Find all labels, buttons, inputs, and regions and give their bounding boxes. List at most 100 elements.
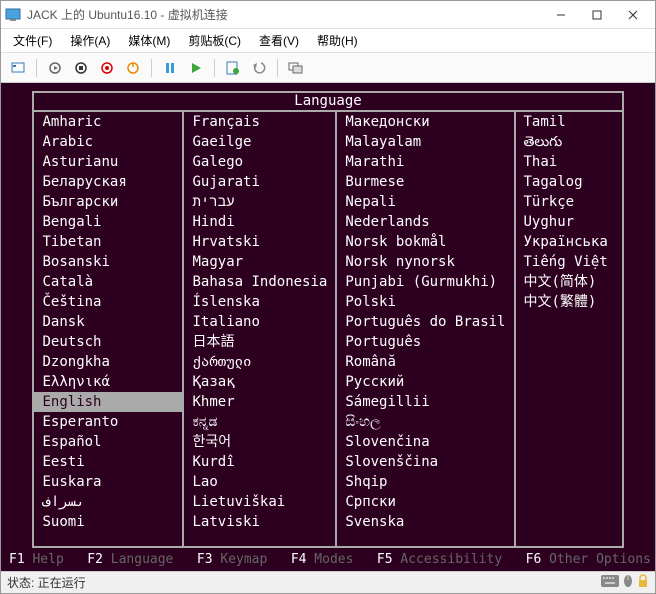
language-option[interactable]: 日本語 (184, 332, 335, 352)
vm-screen[interactable]: Language AmharicArabicAsturianuБеларуска… (1, 83, 655, 571)
language-option[interactable]: Latviski (184, 512, 335, 532)
maximize-button[interactable] (579, 3, 615, 27)
language-option[interactable]: Íslenska (184, 292, 335, 312)
language-option[interactable]: Gaeilge (184, 132, 335, 152)
language-option[interactable]: Română (337, 352, 513, 372)
language-option[interactable]: Português (337, 332, 513, 352)
language-option[interactable]: Македонски (337, 112, 513, 132)
language-option[interactable]: Tamil (516, 112, 622, 132)
language-option[interactable]: Kurdî (184, 452, 335, 472)
language-option[interactable]: Dansk (34, 312, 182, 332)
menu-action[interactable]: 操作(A) (62, 30, 118, 51)
reset-button[interactable] (122, 57, 144, 79)
language-option[interactable]: Русский (337, 372, 513, 392)
language-option[interactable]: English (34, 392, 182, 412)
shutdown-button[interactable] (96, 57, 118, 79)
language-option[interactable]: Bahasa Indonesia (184, 272, 335, 292)
language-option[interactable]: Burmese (337, 172, 513, 192)
menu-clipboard[interactable]: 剪贴板(C) (180, 30, 249, 51)
language-option[interactable]: Tiếng Việt (516, 252, 622, 272)
language-option[interactable]: සිංහල (337, 412, 513, 432)
toolbar (1, 53, 655, 83)
language-option[interactable]: Deutsch (34, 332, 182, 352)
language-option[interactable]: 中文(简体) (516, 272, 622, 292)
language-option[interactable]: ىسراف (34, 492, 182, 512)
language-option[interactable]: Galego (184, 152, 335, 172)
keyboard-icon (601, 575, 619, 590)
lock-icon (637, 574, 649, 591)
language-option[interactable]: ქართული (184, 352, 335, 372)
language-column-1: AmharicArabicAsturianuБеларускаяБългарск… (33, 111, 183, 547)
window-title: JACK 上的 Ubuntu16.10 - 虚拟机连接 (27, 6, 543, 23)
language-option[interactable]: Marathi (337, 152, 513, 172)
language-option[interactable]: Nederlands (337, 212, 513, 232)
language-option[interactable]: Català (34, 272, 182, 292)
language-option[interactable]: Hindi (184, 212, 335, 232)
start-button[interactable] (44, 57, 66, 79)
language-option[interactable]: Slovenčina (337, 432, 513, 452)
language-option[interactable]: Українська (516, 232, 622, 252)
language-option[interactable]: Dzongkha (34, 352, 182, 372)
language-option[interactable]: Српски (337, 492, 513, 512)
language-option[interactable]: Sámegillii (337, 392, 513, 412)
language-option[interactable]: Punjabi (Gurmukhi) (337, 272, 513, 292)
language-option[interactable]: తెలుగు (516, 132, 622, 152)
checkpoint-button[interactable] (222, 57, 244, 79)
language-option[interactable]: Khmer (184, 392, 335, 412)
language-option[interactable]: Euskara (34, 472, 182, 492)
language-option[interactable]: Slovenščina (337, 452, 513, 472)
language-option[interactable]: ಕನ್ನಡ (184, 412, 335, 432)
language-option[interactable]: Bengali (34, 212, 182, 232)
language-option[interactable]: Nepali (337, 192, 513, 212)
menu-help[interactable]: 帮助(H) (309, 30, 366, 51)
play-button[interactable] (185, 57, 207, 79)
language-option[interactable]: Italiano (184, 312, 335, 332)
language-option[interactable]: Asturianu (34, 152, 182, 172)
revert-button[interactable] (248, 57, 270, 79)
language-option[interactable]: Қазақ (184, 372, 335, 392)
language-option[interactable]: 한국어 (184, 432, 335, 452)
stop-button[interactable] (70, 57, 92, 79)
language-option[interactable]: Norsk bokmål (337, 232, 513, 252)
language-option[interactable]: Ελληνικά (34, 372, 182, 392)
language-option[interactable]: Lietuviškai (184, 492, 335, 512)
language-option[interactable]: Magyar (184, 252, 335, 272)
vm-window: JACK 上的 Ubuntu16.10 - 虚拟机连接 文件(F) 操作(A) … (0, 0, 656, 594)
enhanced-session-button[interactable] (285, 57, 307, 79)
language-option[interactable]: Amharic (34, 112, 182, 132)
language-option[interactable]: עברית (184, 192, 335, 212)
language-option[interactable]: 中文(繁體) (516, 292, 622, 312)
status-text: 状态: 正在运行 (7, 574, 86, 591)
language-option[interactable]: Svenska (337, 512, 513, 532)
language-option[interactable]: Беларуская (34, 172, 182, 192)
language-option[interactable]: Português do Brasil (337, 312, 513, 332)
language-option[interactable]: Lao (184, 472, 335, 492)
language-option[interactable]: Bosanski (34, 252, 182, 272)
minimize-button[interactable] (543, 3, 579, 27)
language-option[interactable]: Norsk nynorsk (337, 252, 513, 272)
menu-file[interactable]: 文件(F) (5, 30, 60, 51)
menu-view[interactable]: 查看(V) (251, 30, 307, 51)
language-option[interactable]: Suomi (34, 512, 182, 532)
close-button[interactable] (615, 3, 651, 27)
ctrl-alt-del-button[interactable] (7, 57, 29, 79)
language-option[interactable]: Uyghur (516, 212, 622, 232)
language-option[interactable]: Polski (337, 292, 513, 312)
language-option[interactable]: Čeština (34, 292, 182, 312)
language-option[interactable]: Esperanto (34, 412, 182, 432)
language-option[interactable]: Français (184, 112, 335, 132)
pause-button[interactable] (159, 57, 181, 79)
language-option[interactable]: Tibetan (34, 232, 182, 252)
language-option[interactable]: Español (34, 432, 182, 452)
language-option[interactable]: Arabic (34, 132, 182, 152)
language-option[interactable]: Eesti (34, 452, 182, 472)
language-option[interactable]: Türkçe (516, 192, 622, 212)
language-option[interactable]: Български (34, 192, 182, 212)
language-option[interactable]: Malayalam (337, 132, 513, 152)
language-option[interactable]: Thai (516, 152, 622, 172)
menu-media[interactable]: 媒体(M) (120, 30, 178, 51)
language-option[interactable]: Tagalog (516, 172, 622, 192)
language-option[interactable]: Gujarati (184, 172, 335, 192)
language-option[interactable]: Hrvatski (184, 232, 335, 252)
language-option[interactable]: Shqip (337, 472, 513, 492)
